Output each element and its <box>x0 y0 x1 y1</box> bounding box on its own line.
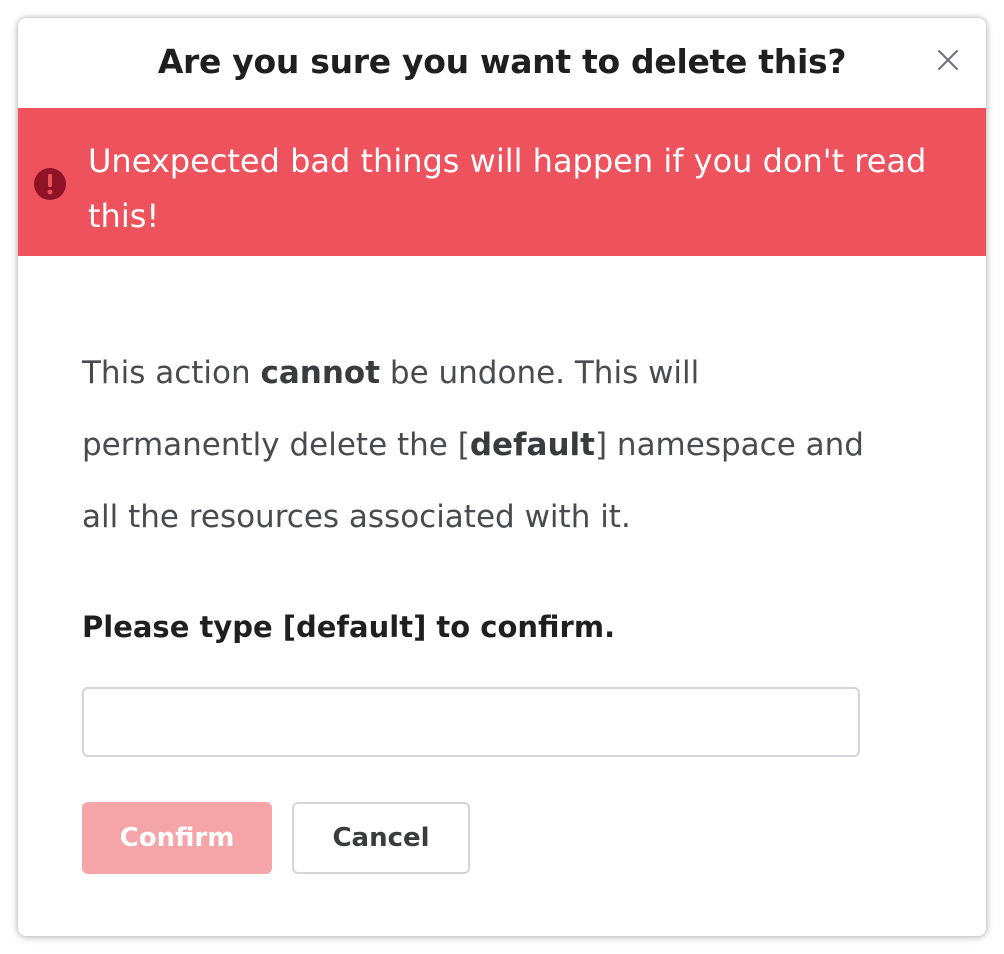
delete-confirmation-dialog: Are you sure you want to delete this? Un… <box>18 18 986 936</box>
confirm-name-input[interactable] <box>82 687 860 757</box>
description-part-1: This action <box>82 355 261 391</box>
close-button[interactable] <box>936 48 960 72</box>
confirm-button[interactable]: Confirm <box>82 802 272 874</box>
error-circle-icon <box>34 168 66 200</box>
warning-description: This action cannot be undone. This will … <box>82 337 872 553</box>
dialog-title: Are you sure you want to delete this? <box>157 42 847 81</box>
description-bold-cannot: cannot <box>260 355 381 391</box>
description-bold-default: default <box>469 427 595 463</box>
close-icon <box>938 50 958 70</box>
cancel-button[interactable]: Cancel <box>292 802 470 874</box>
dialog-header: Are you sure you want to delete this? <box>18 18 986 108</box>
confirm-prompt-label: Please type [default] to confirm. <box>82 610 616 644</box>
error-alert-banner: Unexpected bad things will happen if you… <box>18 108 986 256</box>
alert-message: Unexpected bad things will happen if you… <box>88 142 927 235</box>
